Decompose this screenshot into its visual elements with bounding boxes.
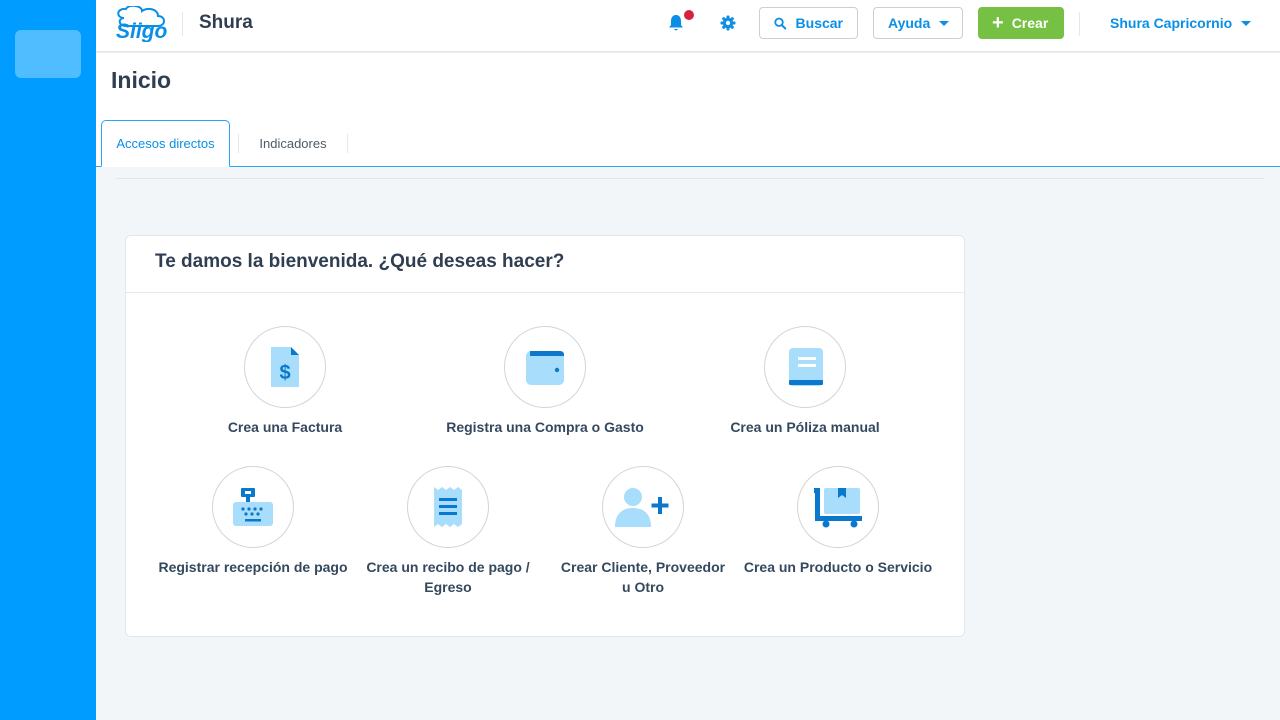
help-dropdown-label: Ayuda [888,15,931,31]
company-name: Shura [199,12,253,33]
user-name: Shura Capricornio [1110,15,1233,31]
wallet-icon [526,351,564,385]
sidebar [0,0,96,720]
action-circle [504,326,586,408]
cash-register-icon [233,488,273,526]
action-create-payment-receipt[interactable]: Crea un recibo de pago / Egreso [363,466,533,597]
action-circle [602,466,684,548]
divider [182,12,183,36]
tab-shortcuts[interactable]: Accesos directos [101,120,230,167]
action-circle: $ [244,326,326,408]
divider [116,178,1264,179]
notification-dot [684,10,694,20]
search-button[interactable]: Buscar [759,7,858,39]
action-label: Crear Cliente, Proveedor u Otro [560,559,726,595]
welcome-card: Te damos la bienvenida. ¿Qué deseas hace… [125,235,965,637]
book-icon [789,348,823,386]
action-register-payment[interactable]: Registrar recepción de pago [153,466,353,577]
welcome-title: Te damos la bienvenida. ¿Qué deseas hace… [155,251,565,272]
action-create-product[interactable]: Crea un Producto o Servicio [738,466,938,577]
chevron-down-icon [939,20,950,26]
divider [126,292,964,293]
sidebar-menu-item[interactable] [15,30,81,78]
receipt-icon [434,487,462,527]
action-label: Crea una Factura [227,419,343,435]
action-label: Crea un recibo de pago / Egreso [366,559,530,595]
action-create-invoice[interactable]: $ Crea una Factura [195,326,375,437]
invoice-icon: $ [271,347,299,387]
search-button-label: Buscar [795,15,843,31]
plus-icon: + [992,12,1004,34]
action-label: Registrar recepción de pago [158,559,348,575]
action-create-contact[interactable]: Crear Cliente, Proveedor u Otro [558,466,728,597]
top-bar: Siigo Shura Buscar Ayuda + Crear Shura C… [96,0,1280,52]
tab-indicators[interactable]: Indicadores [238,120,348,167]
action-create-manual-entry[interactable]: Crea un Póliza manual [715,326,895,437]
create-button[interactable]: + Crear [978,7,1064,39]
divider [1079,12,1080,36]
chevron-down-icon [1241,20,1252,26]
help-dropdown[interactable]: Ayuda [873,7,963,39]
action-register-purchase[interactable]: Registra una Compra o Gasto [435,326,655,437]
action-circle [764,326,846,408]
page-title: Inicio [111,67,172,93]
action-circle [212,466,294,548]
search-icon [774,17,787,30]
create-button-label: Crear [1011,15,1049,31]
action-label: Crea un Producto o Servicio [743,559,933,575]
bell-icon[interactable] [667,14,685,32]
user-menu[interactable]: Shura Capricornio [1110,14,1252,32]
siigo-logo[interactable]: Siigo [114,6,168,42]
action-label: Crea un Póliza manual [730,419,880,435]
add-user-icon [615,488,669,527]
svg-text:$: $ [279,362,290,384]
action-circle [407,466,489,548]
action-label: Registra una Compra o Gasto [446,419,644,435]
product-cart-icon [814,488,862,528]
gear-icon[interactable] [719,14,737,32]
svg-text:Siigo: Siigo [116,20,168,42]
action-circle [797,466,879,548]
